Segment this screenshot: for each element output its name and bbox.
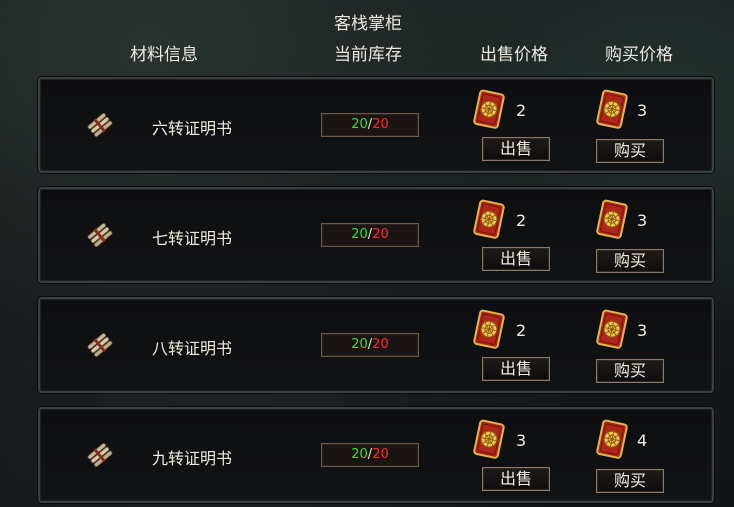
sell-price-value: 2 [516, 321, 527, 340]
stock-display: 20/20 [321, 333, 419, 357]
shop-title: 客栈掌柜 [334, 14, 402, 34]
buy-button[interactable]: 购买 [596, 469, 664, 493]
sell-price-value: 3 [516, 431, 527, 450]
stock-current: 20 [351, 447, 368, 462]
scroll-icon[interactable] [84, 439, 116, 471]
column-header-buy-price: 购买价格 [605, 45, 673, 65]
stock-display: 20/20 [321, 223, 419, 247]
sell-button[interactable]: 出售 [482, 357, 550, 381]
sell-price-value: 2 [516, 101, 527, 120]
scroll-icon[interactable] [84, 219, 116, 251]
item-name: 七转证明书 [152, 229, 233, 248]
item-name: 八转证明书 [152, 339, 233, 358]
stock-max: 20 [372, 447, 389, 462]
stock-max: 20 [372, 337, 389, 352]
sell-price-value: 2 [516, 211, 527, 230]
item-name: 九转证明书 [152, 449, 233, 468]
buy-price-value: 3 [637, 211, 648, 230]
column-header-stock: 当前库存 [334, 45, 402, 65]
gold-token-icon [596, 199, 628, 239]
buy-button[interactable]: 购买 [596, 359, 664, 383]
stock-current: 20 [351, 117, 368, 132]
sell-button[interactable]: 出售 [482, 467, 550, 491]
gold-token-icon [596, 89, 628, 129]
scroll-icon[interactable] [84, 329, 116, 361]
gold-token-icon [473, 309, 505, 349]
column-header-material: 材料信息 [130, 45, 198, 65]
stock-max: 20 [372, 117, 389, 132]
stock-current: 20 [351, 337, 368, 352]
buy-price-value: 3 [637, 101, 648, 120]
buy-price-value: 3 [637, 321, 648, 340]
stock-display: 20/20 [321, 113, 419, 137]
gold-token-icon [596, 419, 628, 459]
item-row: 七转证明书 20/20 2 出售 3 购买 [38, 187, 714, 283]
buy-price-value: 4 [637, 431, 648, 450]
gold-token-icon [473, 89, 505, 129]
gold-token-icon [473, 199, 505, 239]
item-row: 八转证明书 20/20 2 出售 3 购买 [38, 297, 714, 393]
item-name: 六转证明书 [152, 119, 233, 138]
stock-max: 20 [372, 227, 389, 242]
item-row: 六转证明书 20/20 2 出售 3 购买 [38, 77, 714, 173]
column-header-sell-price: 出售价格 [480, 45, 548, 65]
gold-token-icon [596, 309, 628, 349]
stock-current: 20 [351, 227, 368, 242]
gold-token-icon [473, 419, 505, 459]
item-row: 九转证明书 20/20 3 出售 4 购买 [38, 407, 714, 503]
scroll-icon[interactable] [84, 109, 116, 141]
sell-button[interactable]: 出售 [482, 137, 550, 161]
stock-display: 20/20 [321, 443, 419, 467]
sell-button[interactable]: 出售 [482, 247, 550, 271]
buy-button[interactable]: 购买 [596, 249, 664, 273]
buy-button[interactable]: 购买 [596, 139, 664, 163]
